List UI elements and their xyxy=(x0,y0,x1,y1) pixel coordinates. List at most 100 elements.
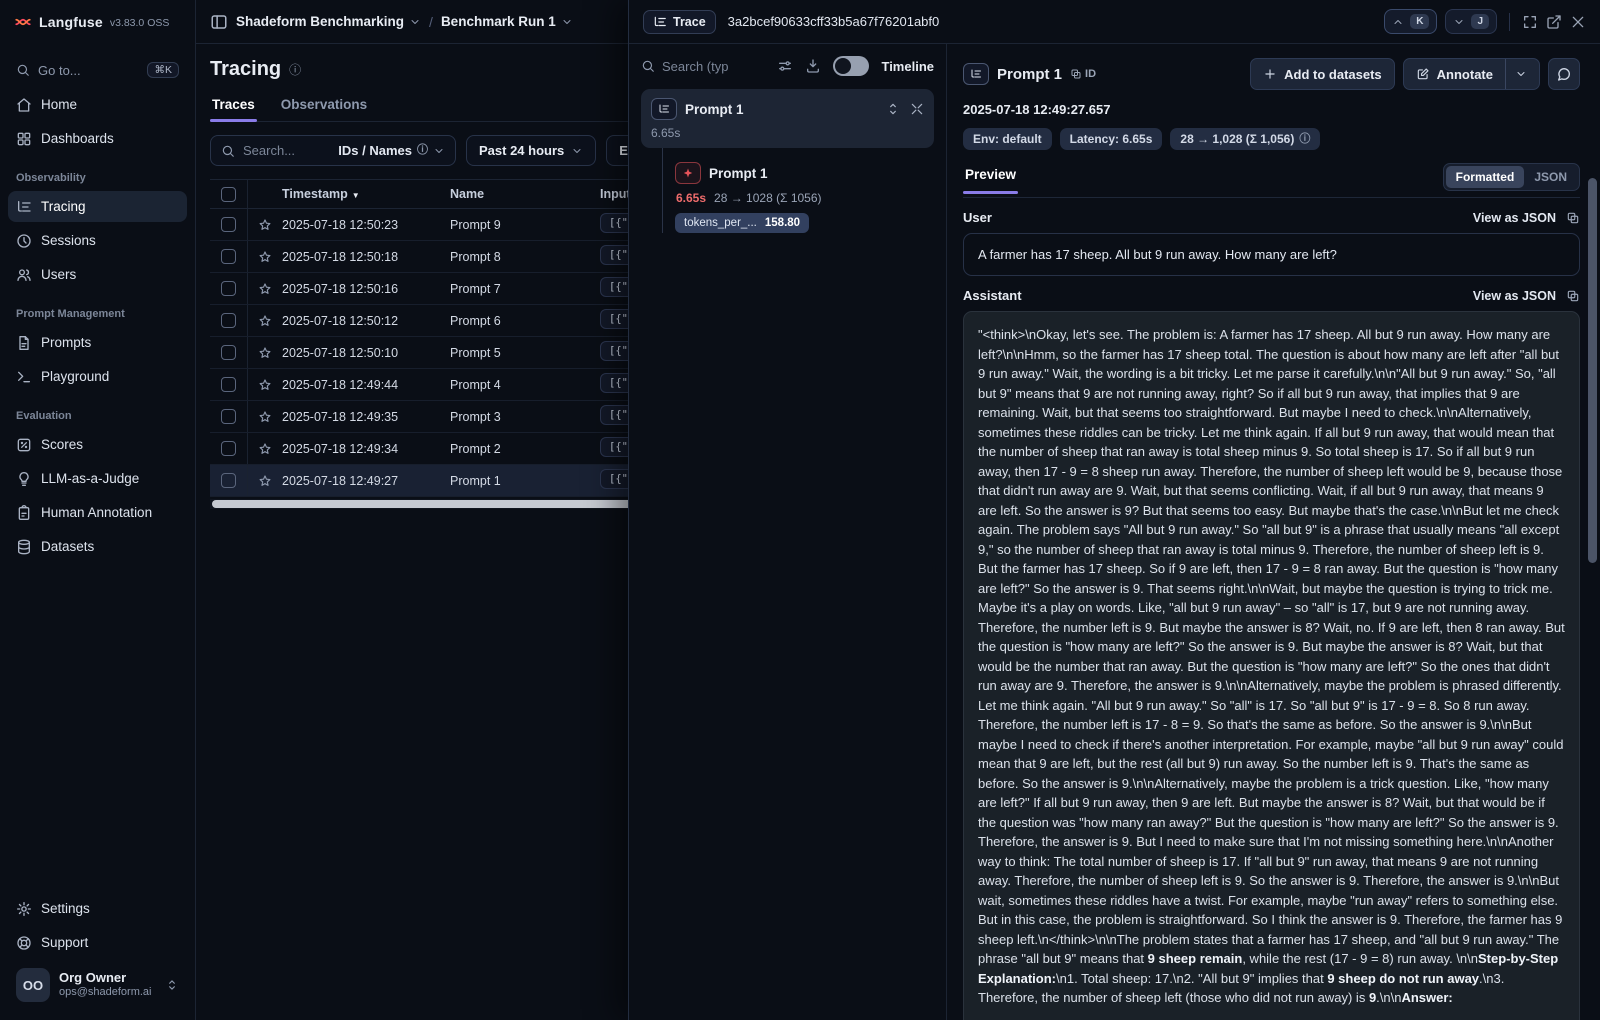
tab-preview[interactable]: Preview xyxy=(963,167,1018,193)
sidebar-item-sessions[interactable]: Sessions xyxy=(8,225,187,256)
tokens-per-second-chip[interactable]: tokens_per_... 158.80 xyxy=(675,213,809,233)
unfold-vertical-icon[interactable] xyxy=(886,102,900,116)
lightbulb-icon xyxy=(16,471,32,487)
format-json[interactable]: JSON xyxy=(1524,166,1577,188)
sidebar-item-playground[interactable]: Playground xyxy=(8,361,187,392)
sort-desc-icon: ▼ xyxy=(352,191,360,200)
breadcrumb-project[interactable]: Benchmark Run 1 xyxy=(441,14,573,29)
time-range-label: Past 24 hours xyxy=(479,143,564,158)
maximize-icon xyxy=(1522,14,1538,30)
annotate-button[interactable]: Annotate xyxy=(1403,58,1540,90)
trace-tree-panel: Search (typ Timeline Prompt 1 6.65s xyxy=(629,44,947,1020)
trace-detail-panel: Prompt 1 ID Add to datasets Annotate xyxy=(947,44,1600,1020)
close-peek-button[interactable] xyxy=(1570,14,1586,30)
view-as-json-button[interactable]: View as JSON xyxy=(1473,289,1556,303)
sidebar-item-users[interactable]: Users xyxy=(8,259,187,290)
row-checkbox[interactable] xyxy=(221,281,236,296)
section-observability: Observability xyxy=(16,172,187,184)
row-timestamp: 2025-07-18 12:50:10 xyxy=(282,346,450,360)
breadcrumb-org[interactable]: Shadeform Benchmarking xyxy=(236,14,421,29)
sidebar-item-label: Users xyxy=(41,267,76,282)
star-icon[interactable] xyxy=(258,474,272,488)
sidebar-item-settings[interactable]: Settings xyxy=(8,893,187,924)
add-to-datasets-button[interactable]: Add to datasets xyxy=(1250,58,1395,90)
sidebar-item-datasets[interactable]: Datasets xyxy=(8,531,187,562)
star-icon[interactable] xyxy=(258,250,272,264)
chevron-up-icon xyxy=(1392,16,1404,28)
section-prompt-management: Prompt Management xyxy=(16,308,187,320)
time-range-filter[interactable]: Past 24 hours xyxy=(466,135,596,166)
row-checkbox[interactable] xyxy=(221,313,236,328)
tree-root-latency: 6.65s xyxy=(651,126,924,140)
traces-search-input[interactable]: Search... IDs / Names ⓘ xyxy=(210,135,456,166)
sidebar-item-tracing[interactable]: Tracing xyxy=(8,191,187,222)
detail-vertical-scrollbar[interactable] xyxy=(1588,178,1597,1014)
tokens-badge-label: 28 → 1,028 (Σ 1,056) xyxy=(1180,132,1294,146)
next-trace-button[interactable]: J xyxy=(1445,9,1497,34)
tokens-badge[interactable]: 28 → 1,028 (Σ 1,056) ⓘ xyxy=(1170,128,1320,150)
download-button[interactable] xyxy=(805,58,821,74)
star-icon[interactable] xyxy=(258,282,272,296)
scores-icon xyxy=(16,437,32,453)
format-formatted[interactable]: Formatted xyxy=(1446,166,1525,188)
col-timestamp[interactable]: Timestamp▼ xyxy=(282,187,450,201)
collapse-all-icon[interactable] xyxy=(910,102,924,116)
row-checkbox[interactable] xyxy=(221,249,236,264)
row-checkbox[interactable] xyxy=(221,377,236,392)
star-icon[interactable] xyxy=(258,218,272,232)
sidebar-item-support[interactable]: Support xyxy=(8,927,187,958)
tree-generation-node[interactable]: Prompt 1 xyxy=(675,162,934,184)
trace-id: 3a2bcef90633cff33b5a67f76201abf0 xyxy=(728,14,940,29)
info-icon[interactable]: ⓘ xyxy=(289,64,301,76)
copy-id-button[interactable]: ID xyxy=(1070,68,1096,80)
row-name: Prompt 6 xyxy=(450,314,600,328)
copy-icon xyxy=(1566,289,1580,303)
copy-button[interactable] xyxy=(1566,211,1580,225)
tree-root-node[interactable]: Prompt 1 6.65s xyxy=(641,89,934,148)
row-checkbox[interactable] xyxy=(221,345,236,360)
timeline-toggle[interactable] xyxy=(833,56,869,76)
comments-button[interactable] xyxy=(1548,58,1580,90)
account-menu[interactable]: OO Org Owner ops@shadeform.ai xyxy=(8,960,187,1010)
tree-child-name: Prompt 1 xyxy=(709,166,768,181)
tab-observations[interactable]: Observations xyxy=(279,97,369,121)
brand-version: v3.83.0 OSS xyxy=(110,17,170,29)
sidebar: Langfuse v3.83.0 OSS Go to... ⌘K Home Da… xyxy=(0,0,196,1020)
sidebar-item-prompts[interactable]: Prompts xyxy=(8,327,187,358)
select-all-checkbox[interactable] xyxy=(221,187,236,202)
col-name[interactable]: Name xyxy=(450,187,600,201)
search-scope-select[interactable]: IDs / Names ⓘ xyxy=(338,143,445,158)
star-icon[interactable] xyxy=(258,346,272,360)
sidebar-item-home[interactable]: Home xyxy=(8,89,187,120)
row-name: Prompt 1 xyxy=(450,474,600,488)
row-checkbox[interactable] xyxy=(221,217,236,232)
copy-button[interactable] xyxy=(1566,289,1580,303)
tree-settings-button[interactable] xyxy=(777,58,793,74)
sidebar-item-dashboards[interactable]: Dashboards xyxy=(8,123,187,154)
sidebar-item-label: Human Annotation xyxy=(41,505,152,520)
panel-left-icon[interactable] xyxy=(210,13,228,31)
open-in-new-button[interactable] xyxy=(1546,14,1562,30)
star-icon[interactable] xyxy=(258,410,272,424)
plus-icon xyxy=(1263,67,1277,81)
user-email: ops@shadeform.ai xyxy=(59,986,152,999)
star-icon[interactable] xyxy=(258,314,272,328)
tab-traces[interactable]: Traces xyxy=(210,97,257,121)
star-icon[interactable] xyxy=(258,378,272,392)
langfuse-logo-icon xyxy=(14,13,32,31)
row-checkbox[interactable] xyxy=(221,473,236,488)
view-as-json-button[interactable]: View as JSON xyxy=(1473,211,1556,225)
tree-search-input[interactable]: Search (typ xyxy=(641,59,765,74)
sidebar-item-scores[interactable]: Scores xyxy=(8,429,187,460)
expand-fullscreen-button[interactable] xyxy=(1522,14,1538,30)
chevron-down-icon[interactable] xyxy=(1515,68,1527,80)
id-label: ID xyxy=(1085,68,1096,80)
row-checkbox[interactable] xyxy=(221,441,236,456)
goto-search[interactable]: Go to... ⌘K xyxy=(8,54,187,86)
row-checkbox[interactable] xyxy=(221,409,236,424)
star-icon[interactable] xyxy=(258,442,272,456)
prev-trace-button[interactable]: K xyxy=(1384,9,1437,34)
scrollbar-thumb[interactable] xyxy=(1588,178,1597,563)
sidebar-item-llm-as-a-judge[interactable]: LLM-as-a-Judge xyxy=(8,463,187,494)
sidebar-item-human-annotation[interactable]: Human Annotation xyxy=(8,497,187,528)
